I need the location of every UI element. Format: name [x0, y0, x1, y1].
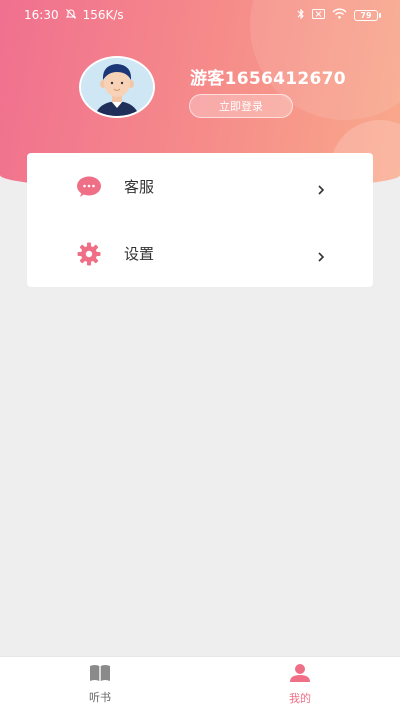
tab-label: 听书 — [89, 691, 111, 704]
tab-mine[interactable]: 我的 — [240, 657, 360, 711]
menu-item-settings[interactable]: 设置 — [27, 220, 373, 287]
status-net-speed: 156K/s — [82, 8, 124, 22]
wifi-icon — [332, 8, 347, 22]
avatar[interactable] — [79, 56, 155, 118]
tab-label: 我的 — [289, 692, 311, 705]
book-icon — [89, 664, 111, 686]
status-time: 16:30 — [24, 8, 59, 22]
menu-item-label: 设置 — [124, 245, 155, 263]
tab-listen[interactable]: 听书 — [40, 657, 160, 711]
avatar-boy-icon — [81, 58, 153, 116]
login-button[interactable]: 立即登录 — [189, 94, 293, 118]
chat-bubble-icon — [76, 174, 102, 200]
status-bar: 16:30 156K/s 79 — [0, 0, 400, 30]
menu-card: 客服 设置 — [27, 153, 373, 287]
gear-icon — [76, 241, 102, 267]
menu-item-label: 客服 — [124, 178, 155, 196]
person-icon — [289, 663, 311, 687]
battery-icon: 79 — [354, 9, 381, 21]
username: 游客1656412670 — [190, 69, 346, 89]
battery-level: 79 — [360, 10, 372, 20]
bluetooth-icon — [297, 8, 305, 23]
chevron-right-icon — [315, 181, 327, 195]
menu-item-customer-service[interactable]: 客服 — [27, 153, 373, 220]
mute-bell-icon — [65, 8, 77, 23]
sim-disabled-icon — [312, 8, 325, 22]
bottom-tab-bar: 听书 我的 — [0, 656, 400, 711]
chevron-right-icon — [315, 248, 327, 262]
